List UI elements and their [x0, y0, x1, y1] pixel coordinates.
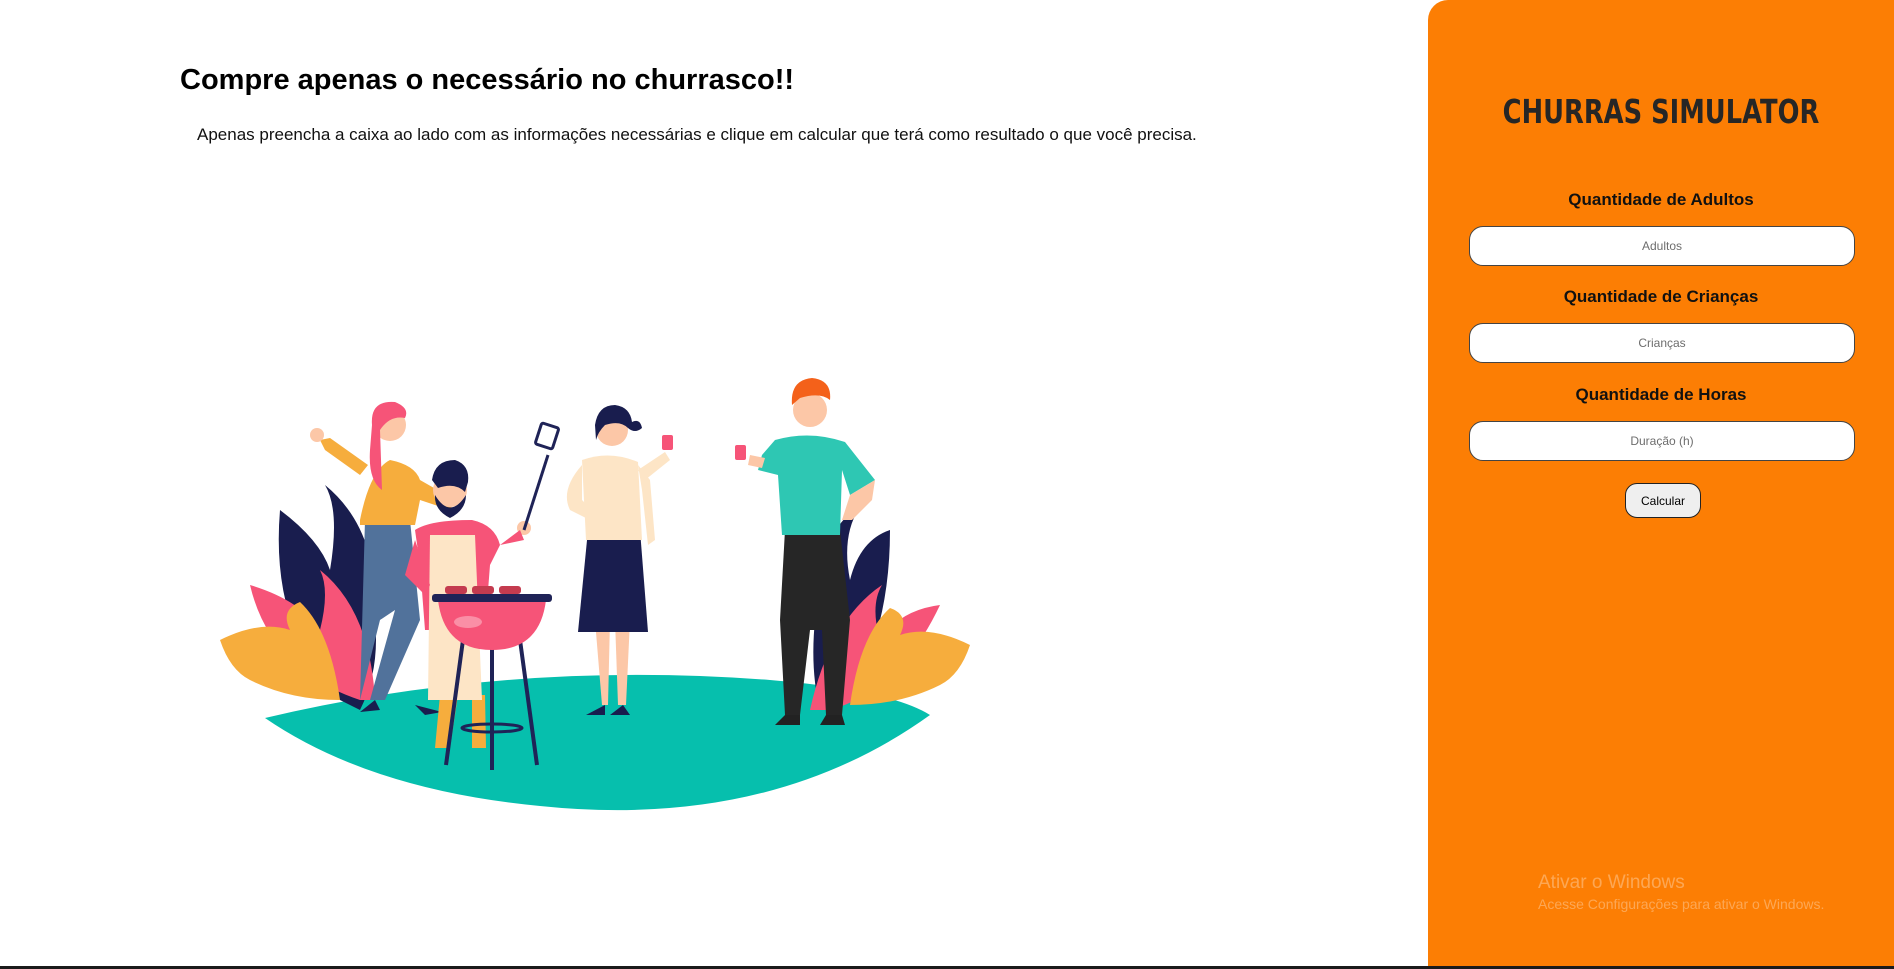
adults-input[interactable] — [1469, 226, 1855, 266]
page-title: Compre apenas o necessário no churrasco!… — [180, 64, 795, 96]
watermark-title: Ativar o Windows — [1538, 872, 1685, 893]
brand-logo: CHURRAS SIMULATOR — [1502, 92, 1820, 131]
page-description: Apenas preencha a caixa ao lado com as i… — [197, 125, 1197, 144]
hours-label: Quantidade de Horas — [1575, 385, 1747, 404]
person-woman-center — [566, 405, 673, 715]
children-input[interactable] — [1469, 323, 1855, 363]
calculate-button[interactable]: Calcular — [1625, 483, 1701, 518]
adults-label: Quantidade de Adultos — [1568, 190, 1754, 209]
windows-activation-watermark: Ativar o Windows Acesse Configurações pa… — [1538, 872, 1824, 912]
page: Compre apenas o necessário no churrasco!… — [0, 0, 1894, 969]
barbecue-party-illustration — [220, 378, 970, 811]
watermark-subtitle: Acesse Configurações para ativar o Windo… — [1538, 896, 1825, 912]
children-label: Quantidade de Crianças — [1563, 287, 1759, 306]
simulator-panel: CHURRAS SIMULATOR Quantidade de Adultos … — [1428, 0, 1894, 969]
hours-input[interactable] — [1469, 421, 1855, 461]
